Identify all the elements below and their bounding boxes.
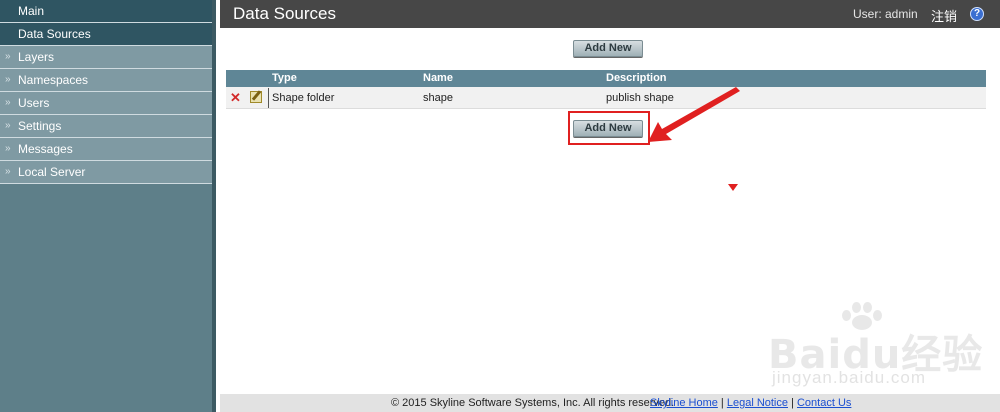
sidebar-item-data-sources[interactable]: Data Sources (0, 23, 212, 46)
add-new-button-bottom[interactable]: Add New (573, 120, 643, 137)
chevron-right-icon: » (5, 74, 11, 85)
paw-logo-icon (840, 300, 882, 330)
sidebar-item-label: Users (18, 96, 50, 110)
copyright-text: © 2015 Skyline Software Systems, Inc. Al… (391, 397, 675, 409)
sidebar-item-label: Layers (18, 50, 55, 64)
table-row: ✕ Shape folder shape publish shape (226, 87, 986, 109)
sidebar: Main Data Sources » Layers » Namespaces … (0, 0, 216, 412)
add-new-button-top[interactable]: Add New (573, 40, 643, 57)
column-header-name: Name (423, 72, 453, 84)
sidebar-item-label: Messages (18, 142, 73, 156)
sidebar-item-messages[interactable]: » Messages (0, 138, 212, 161)
column-header-type: Type (272, 72, 297, 84)
column-divider (268, 88, 269, 108)
watermark-brand: Baidu经验 (768, 332, 984, 378)
user-label: User: admin (853, 7, 918, 21)
page-title: Data Sources (233, 4, 336, 23)
legal-notice-link[interactable]: Legal Notice (727, 397, 788, 409)
sidebar-item-namespaces[interactable]: » Namespaces (0, 69, 212, 92)
chevron-right-icon: » (5, 51, 11, 62)
data-sources-table: Type Name Description ✕ Shape folder sha… (226, 70, 986, 109)
footer-separator: | (720, 397, 724, 409)
sidebar-item-label: Settings (18, 119, 62, 133)
chevron-right-icon: » (5, 97, 11, 108)
help-icon[interactable]: ? (970, 7, 984, 21)
sidebar-item-local-server[interactable]: » Local Server (0, 161, 212, 184)
sidebar-item-label: Namespaces (18, 73, 89, 87)
column-header-description: Description (606, 72, 667, 84)
chevron-right-icon: » (5, 120, 11, 131)
edit-icon[interactable] (250, 91, 262, 103)
cell-description: publish shape (606, 92, 674, 104)
watermark: Baidu经验 jingyan.baidu.com (768, 300, 990, 390)
sidebar-item-layers[interactable]: » Layers (0, 46, 212, 69)
app-window: Main Data Sources » Layers » Namespaces … (0, 0, 1000, 412)
sidebar-item-label: Local Server (18, 165, 86, 179)
annotation-marker-icon (728, 184, 738, 191)
sidebar-item-main[interactable]: Main (0, 0, 212, 23)
chevron-right-icon: » (5, 166, 11, 177)
logout-link[interactable]: 注销 (931, 6, 957, 25)
footer-separator: | (791, 397, 794, 409)
sidebar-item-label: Main (18, 4, 45, 18)
watermark-url: jingyan.baidu.com (772, 368, 927, 387)
page-footer: © 2015 Skyline Software Systems, Inc. Al… (220, 394, 1000, 412)
chevron-right-icon: » (5, 143, 11, 154)
footer-links: Skyline Home | Legal Notice | Contact Us (650, 394, 851, 412)
sidebar-item-label: Data Sources (18, 27, 91, 41)
contact-us-link[interactable]: Contact Us (797, 397, 851, 409)
skyline-home-link[interactable]: Skyline Home (650, 397, 718, 409)
sidebar-item-settings[interactable]: » Settings (0, 115, 212, 138)
cell-type: Shape folder (272, 92, 335, 104)
cell-name: shape (423, 92, 453, 104)
delete-icon[interactable]: ✕ (230, 91, 241, 104)
table-header: Type Name Description (226, 70, 986, 87)
page-header: Data Sources User: admin 注销 ? (220, 0, 1000, 28)
sidebar-item-users[interactable]: » Users (0, 92, 212, 115)
